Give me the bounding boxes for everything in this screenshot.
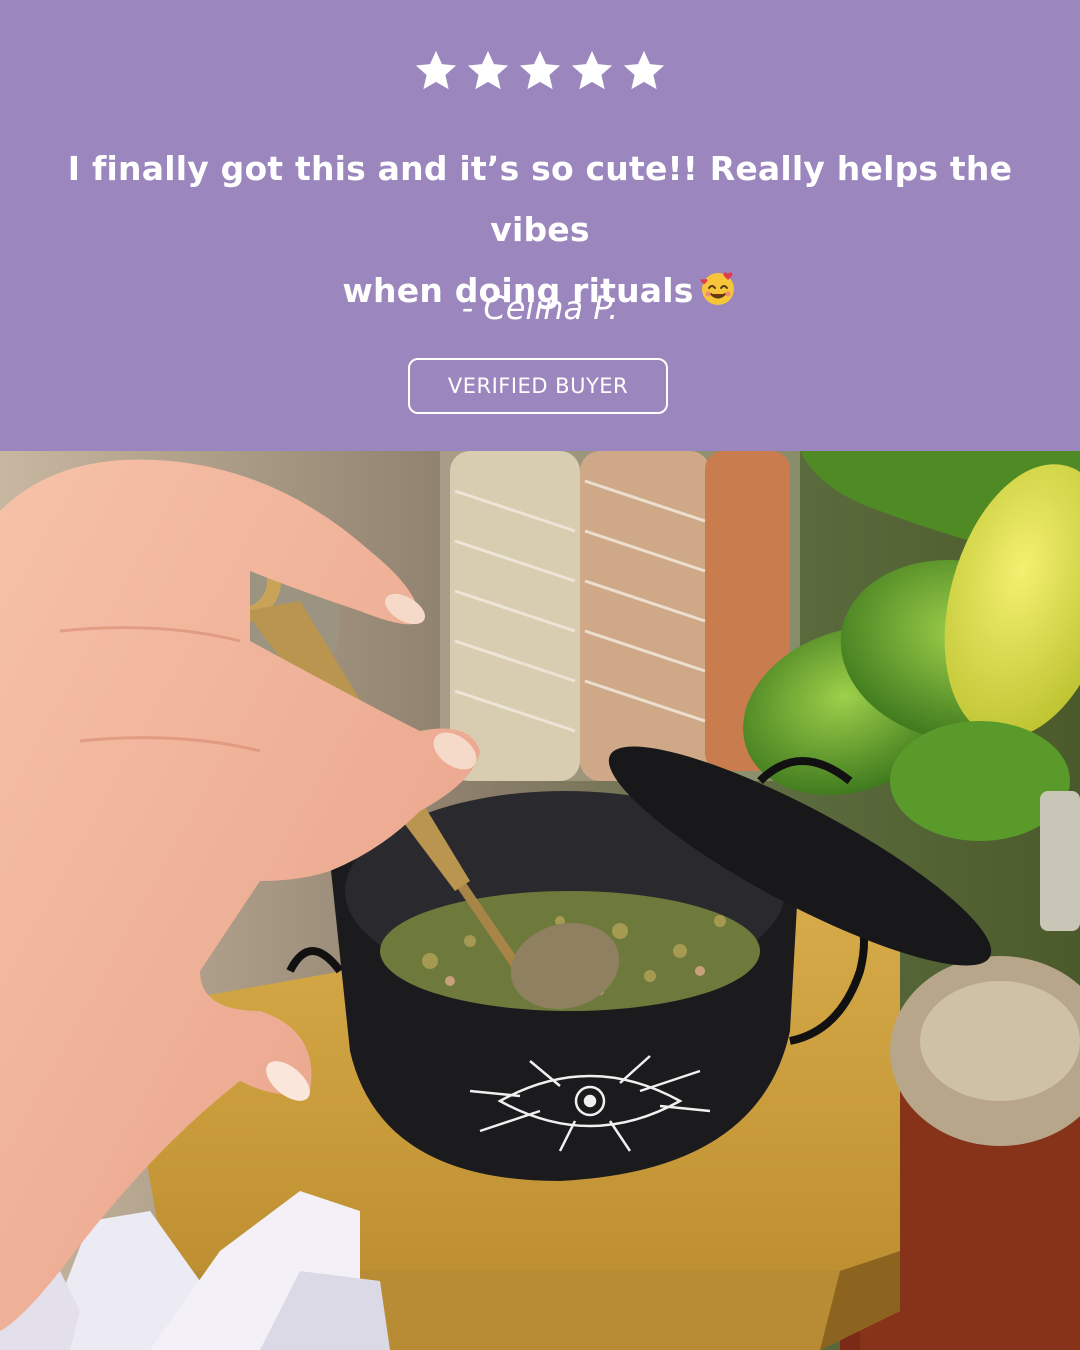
product-photo [0, 451, 1080, 1350]
star-icon [571, 50, 613, 90]
review-quote-line-1: I finally got this and it’s so cute!! Re… [67, 149, 1013, 249]
star-icon [623, 50, 665, 90]
product-photo-illustration [0, 451, 1080, 1350]
star-icon [415, 50, 457, 90]
star-rating [0, 48, 1080, 94]
star-icon [519, 50, 561, 90]
review-author: - Celina P. [461, 289, 619, 327]
verified-buyer-badge: VERIFIED BUYER [408, 358, 668, 414]
star-icon [467, 50, 509, 90]
review-panel: I finally got this and it’s so cute!! Re… [0, 0, 1080, 451]
